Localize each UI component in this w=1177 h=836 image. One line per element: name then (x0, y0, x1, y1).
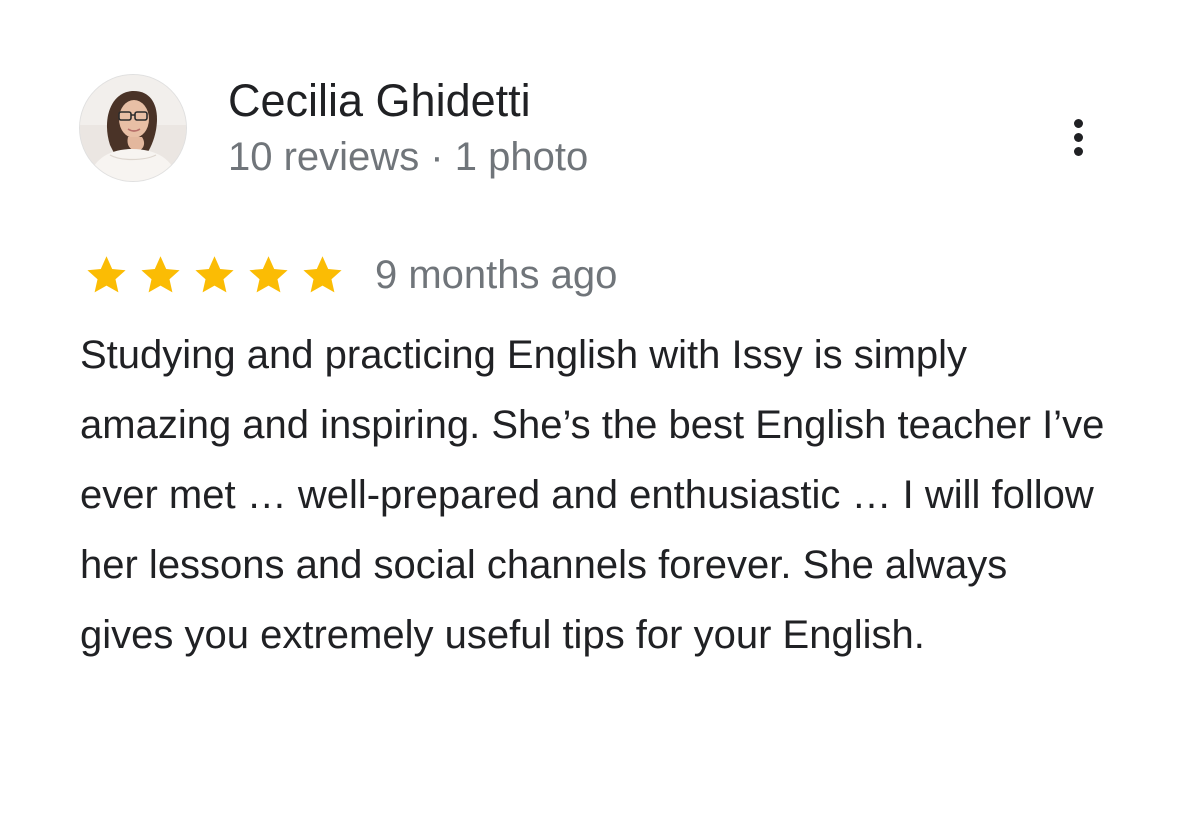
author-name[interactable]: Cecilia Ghidetti (228, 75, 588, 127)
more-vertical-icon-dot (1073, 132, 1083, 142)
review-text: Studying and practicing English with Iss… (80, 333, 1105, 657)
star-icon (249, 256, 288, 293)
avatar-photo (80, 75, 186, 181)
more-vertical-icon-dot (1073, 146, 1083, 156)
review-card: Cecilia Ghidetti 10 reviews · 1 photo 9 … (0, 0, 1177, 836)
star-icon (195, 256, 234, 293)
more-options-button[interactable] (1060, 111, 1096, 163)
avatar[interactable] (80, 75, 186, 181)
review-date: 9 months ago (375, 253, 618, 297)
more-vertical-icon (1073, 118, 1083, 128)
star-icon (87, 256, 126, 293)
author-info: Cecilia Ghidetti 10 reviews · 1 photo (228, 75, 588, 181)
star-rating (80, 253, 349, 297)
star-icon (141, 256, 180, 293)
rating-row: 9 months ago (80, 250, 617, 300)
review-header: Cecilia Ghidetti 10 reviews · 1 photo (80, 75, 1110, 185)
star-icon (303, 256, 342, 293)
author-meta: 10 reviews · 1 photo (228, 135, 589, 179)
